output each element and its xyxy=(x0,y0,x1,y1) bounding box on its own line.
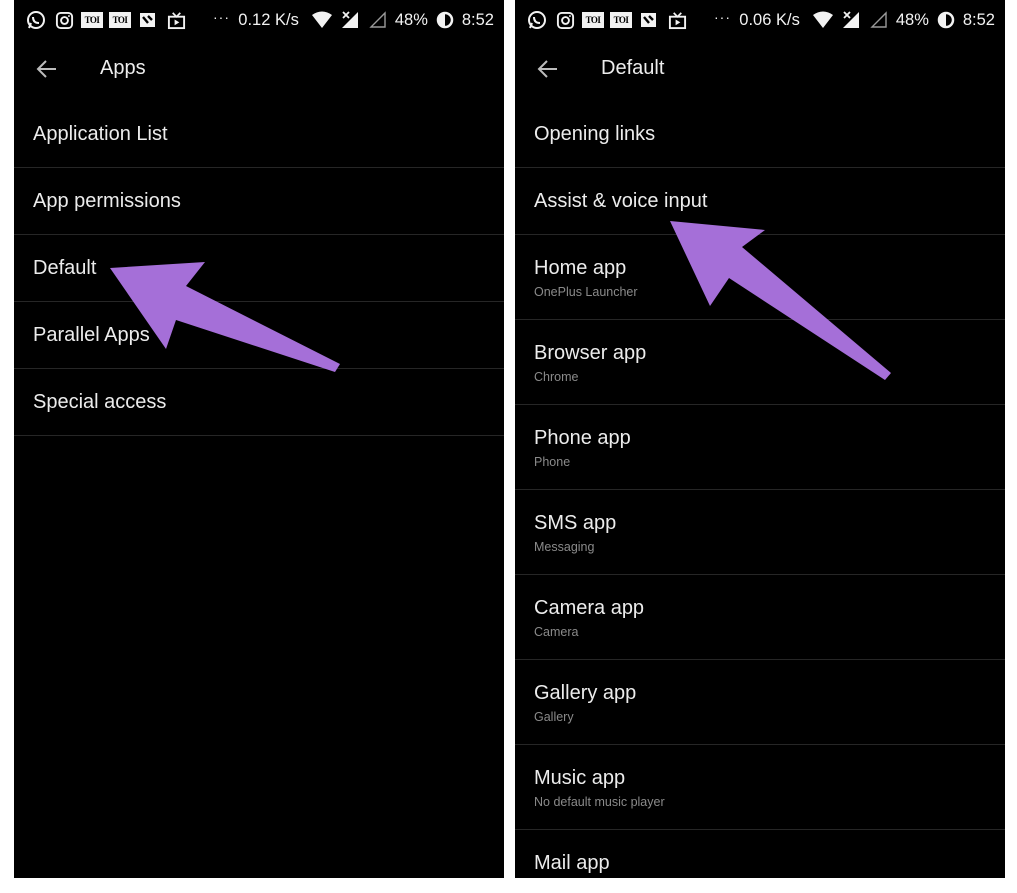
highlight-arrow-icon xyxy=(110,262,340,372)
left-phone-screen: TOI TOI ··· 0.12 K/s 48% 8:52 Apps Appli… xyxy=(14,0,504,878)
arrow-shape xyxy=(670,221,891,380)
arrow-shape xyxy=(110,262,340,372)
highlight-arrow-icon xyxy=(670,221,891,380)
right-phone-screen: TOI TOI ··· 0.06 K/s 48% 8:52 Default Op… xyxy=(515,0,1005,878)
